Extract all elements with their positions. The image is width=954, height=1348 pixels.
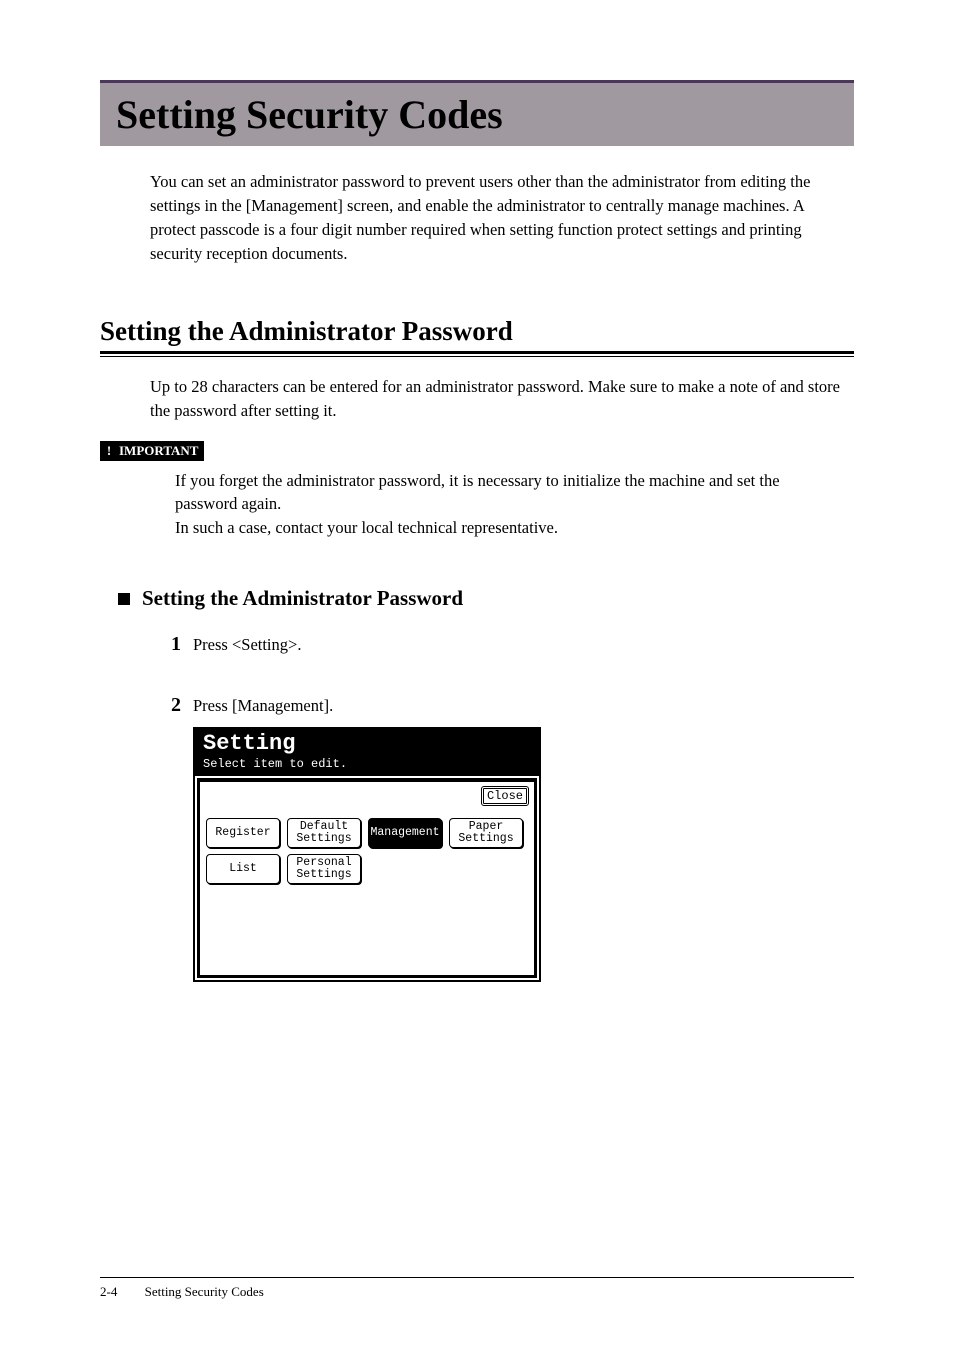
step-text: Press <Setting>. bbox=[193, 635, 301, 655]
important-badge: ! IMPORTANT bbox=[100, 441, 204, 461]
step-text: Press [Management]. bbox=[193, 696, 333, 716]
section-rule-thick bbox=[100, 351, 854, 354]
step-1: 1 Press <Setting>. bbox=[155, 633, 854, 656]
management-button[interactable]: Management bbox=[368, 818, 442, 848]
screen-subtitle: Select item to edit. bbox=[203, 757, 531, 771]
main-title-banner: Setting Security Codes bbox=[100, 80, 854, 146]
exclamation-icon: ! bbox=[104, 444, 114, 457]
device-screen-mock: Setting Select item to edit. Close Regis… bbox=[193, 727, 541, 982]
main-title: Setting Security Codes bbox=[116, 91, 854, 138]
screen-title: Setting bbox=[203, 733, 531, 755]
list-button[interactable]: List bbox=[206, 854, 280, 884]
section-title: Setting the Administrator Password bbox=[100, 316, 854, 347]
screen-header: Setting Select item to edit. bbox=[195, 729, 539, 776]
screen-body: Close Register DefaultSettings Managemen… bbox=[197, 778, 537, 978]
sub-heading: Setting the Administrator Password bbox=[100, 586, 854, 611]
important-text-line-1: If you forget the administrator password… bbox=[175, 469, 844, 517]
step-number: 2 bbox=[155, 694, 181, 717]
important-text-line-2: In such a case, contact your local techn… bbox=[175, 516, 844, 540]
intro-paragraph: You can set an administrator password to… bbox=[150, 170, 844, 266]
close-button[interactable]: Close bbox=[481, 786, 529, 806]
step-2: 2 Press [Management]. bbox=[155, 694, 854, 717]
sub-heading-text: Setting the Administrator Password bbox=[142, 586, 463, 611]
screen-button-grid: Register DefaultSettings Management Pape… bbox=[206, 818, 528, 884]
footer-rule bbox=[100, 1277, 854, 1278]
footer-section-title: Setting Security Codes bbox=[145, 1284, 264, 1299]
important-label: IMPORTANT bbox=[119, 443, 198, 459]
personal-settings-button[interactable]: PersonalSettings bbox=[287, 854, 361, 884]
section-paragraph: Up to 28 characters can be entered for a… bbox=[150, 375, 844, 423]
square-bullet-icon bbox=[118, 593, 130, 605]
register-button[interactable]: Register bbox=[206, 818, 280, 848]
step-number: 1 bbox=[155, 633, 181, 656]
default-settings-button[interactable]: DefaultSettings bbox=[287, 818, 361, 848]
footer-page-number: 2-4 bbox=[100, 1284, 117, 1299]
paper-settings-button[interactable]: PaperSettings bbox=[449, 818, 523, 848]
section-rule-thin bbox=[100, 356, 854, 357]
page-footer: 2-4 Setting Security Codes bbox=[100, 1284, 264, 1300]
